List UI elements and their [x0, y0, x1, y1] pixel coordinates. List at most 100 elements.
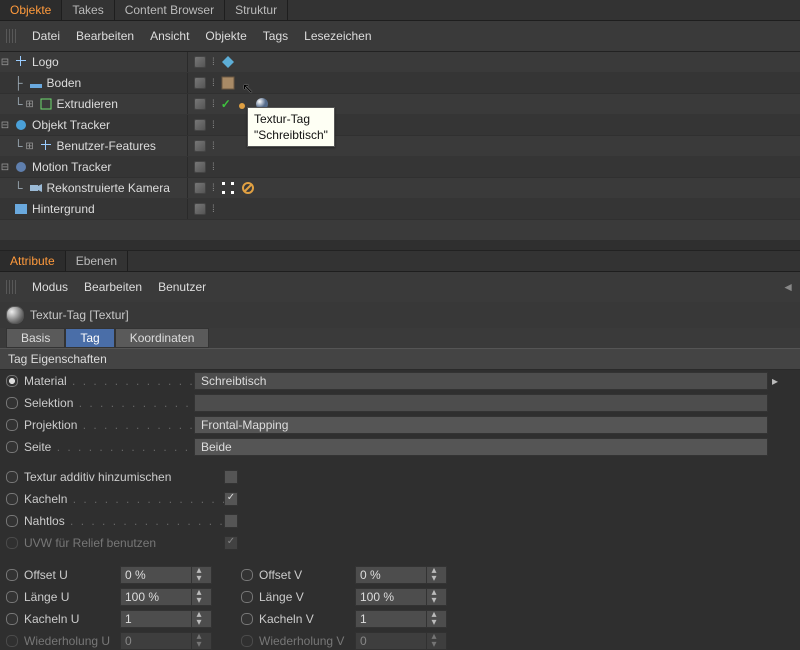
tab-content-browser[interactable]: Content Browser	[115, 0, 225, 20]
anim-dot-icon[interactable]	[6, 471, 18, 483]
laengev-input[interactable]: ▴▾	[355, 588, 447, 606]
expand-toggle[interactable]: ⊟	[0, 162, 10, 172]
checkmark-icon[interactable]: ✓	[221, 97, 231, 111]
texture-tag-icon[interactable]	[221, 76, 235, 90]
tab-struktur[interactable]: Struktur	[225, 0, 288, 20]
expand-toggle[interactable]: ⊟	[0, 120, 10, 130]
offsetu-input[interactable]: ▴▾	[120, 566, 212, 584]
visibility-toggle[interactable]	[194, 203, 206, 215]
tab-objekte[interactable]: Objekte	[0, 0, 62, 20]
subtab-tag[interactable]: Tag	[65, 328, 114, 348]
material-picker-icon[interactable]: ▸	[768, 374, 782, 388]
menu-benutzer[interactable]: Benutzer	[158, 280, 206, 294]
spinner-arrows-icon[interactable]: ▴▾	[191, 589, 206, 605]
tag-properties: Material Schreibtisch ▸ Selektion Projek…	[0, 370, 800, 650]
anim-dot-icon[interactable]	[6, 613, 18, 625]
offsetv-input[interactable]: ▴▾	[355, 566, 447, 584]
anim-dot-icon[interactable]	[6, 591, 18, 603]
material-field[interactable]: Schreibtisch	[194, 372, 768, 390]
tree-line-icon: ├	[14, 76, 23, 90]
render-dots-icon[interactable]: ⁞	[212, 99, 215, 110]
menu-objekte[interactable]: Objekte	[205, 29, 246, 43]
menu-bearbeiten[interactable]: Bearbeiten	[76, 29, 134, 43]
tooltip: Textur-Tag "Schreibtisch"	[247, 107, 335, 147]
anim-dot-icon	[241, 635, 253, 647]
menu-bearbeiten[interactable]: Bearbeiten	[84, 280, 142, 294]
projektion-dropdown[interactable]: Frontal-Mapping	[194, 416, 768, 434]
anim-dot-icon[interactable]	[6, 493, 18, 505]
expand-toggle[interactable]: ⊞	[25, 141, 35, 151]
kachelnv-input[interactable]: ▴▾	[355, 610, 447, 628]
subtab-basis[interactable]: Basis	[6, 328, 65, 348]
expand-toggle[interactable]: ⊞	[25, 99, 35, 109]
anim-dot-icon	[6, 537, 18, 549]
object-label[interactable]: Benutzer-Features	[57, 139, 156, 153]
object-label[interactable]: Extrudieren	[57, 97, 118, 111]
spinner-arrows-icon[interactable]: ▴▾	[191, 567, 206, 583]
seite-dropdown[interactable]: Beide	[194, 438, 768, 456]
attribute-manager-tabs: Attribute Ebenen	[0, 250, 800, 272]
anim-dot-icon[interactable]	[6, 515, 18, 527]
tag-icon[interactable]	[221, 55, 235, 69]
object-label[interactable]: Hintergrund	[32, 202, 95, 216]
menu-lesezeichen[interactable]: Lesezeichen	[304, 29, 371, 43]
menu-tags[interactable]: Tags	[263, 29, 288, 43]
object-label[interactable]: Logo	[32, 55, 59, 69]
anim-dot-icon[interactable]	[241, 613, 253, 625]
nav-back-icon[interactable]: ◄	[782, 280, 794, 294]
spinner-arrows-icon[interactable]: ▴▾	[191, 611, 206, 627]
nahtlos-checkbox[interactable]	[224, 514, 238, 528]
label-offsetu: Offset U	[24, 568, 120, 582]
visibility-toggle[interactable]	[194, 119, 206, 131]
object-manager-menubar: Datei Bearbeiten Ansicht Objekte Tags Le…	[0, 21, 800, 52]
render-dots-icon[interactable]: ⁞	[212, 141, 215, 152]
menu-modus[interactable]: Modus	[32, 280, 68, 294]
label-wiederholungv: Wiederholung V	[259, 634, 355, 648]
anim-dot-icon[interactable]	[241, 569, 253, 581]
tab-ebenen[interactable]: Ebenen	[66, 251, 128, 271]
visibility-toggle[interactable]	[194, 56, 206, 68]
attribute-title: Textur-Tag [Textur]	[30, 308, 129, 322]
visibility-toggle[interactable]	[194, 77, 206, 89]
spinner-arrows-icon[interactable]: ▴▾	[426, 567, 441, 583]
tab-takes[interactable]: Takes	[62, 0, 114, 20]
render-dots-icon[interactable]: ⁞	[212, 120, 215, 131]
visibility-toggle[interactable]	[194, 182, 206, 194]
tab-attribute[interactable]: Attribute	[0, 251, 66, 271]
tracker-object-icon	[14, 118, 28, 132]
spinner-arrows-icon[interactable]: ▴▾	[426, 589, 441, 605]
render-dots-icon[interactable]: ⁞	[212, 183, 215, 194]
object-label[interactable]: Motion Tracker	[32, 160, 111, 174]
anim-dot-icon[interactable]	[6, 397, 18, 409]
menu-datei[interactable]: Datei	[32, 29, 60, 43]
extrude-object-icon	[39, 97, 53, 111]
object-label[interactable]: Rekonstruierte Kamera	[47, 181, 170, 195]
kachelnu-input[interactable]: ▴▾	[120, 610, 212, 628]
visibility-toggle[interactable]	[194, 161, 206, 173]
selektion-field[interactable]	[194, 394, 768, 412]
wiederholungv-input: ▴▾	[355, 632, 447, 650]
target-icon[interactable]	[221, 181, 235, 195]
expand-toggle[interactable]: ⊟	[0, 57, 10, 67]
menu-ansicht[interactable]: Ansicht	[150, 29, 189, 43]
visibility-toggle[interactable]	[194, 140, 206, 152]
subtab-koordinaten[interactable]: Koordinaten	[115, 328, 210, 348]
anim-dot-icon[interactable]	[6, 375, 18, 387]
object-label[interactable]: Objekt Tracker	[32, 118, 110, 132]
label-kacheln: Kacheln	[24, 492, 224, 506]
background-object-icon	[14, 202, 28, 216]
laengeu-input[interactable]: ▴▾	[120, 588, 212, 606]
spinner-arrows-icon[interactable]: ▴▾	[426, 611, 441, 627]
additiv-checkbox[interactable]	[224, 470, 238, 484]
prohibit-icon[interactable]	[241, 181, 255, 195]
tree-line-icon: └	[14, 139, 23, 153]
anim-dot-icon[interactable]	[6, 569, 18, 581]
kacheln-checkbox[interactable]	[224, 492, 238, 506]
object-label[interactable]: Boden	[47, 76, 82, 90]
anim-dot-icon[interactable]	[6, 441, 18, 453]
anim-dot-icon[interactable]	[241, 591, 253, 603]
visibility-toggle[interactable]	[194, 98, 206, 110]
anim-dot-icon[interactable]	[6, 419, 18, 431]
render-dots-icon[interactable]: ⁞	[212, 204, 215, 215]
render-dots-icon[interactable]: ⁞	[212, 162, 215, 173]
